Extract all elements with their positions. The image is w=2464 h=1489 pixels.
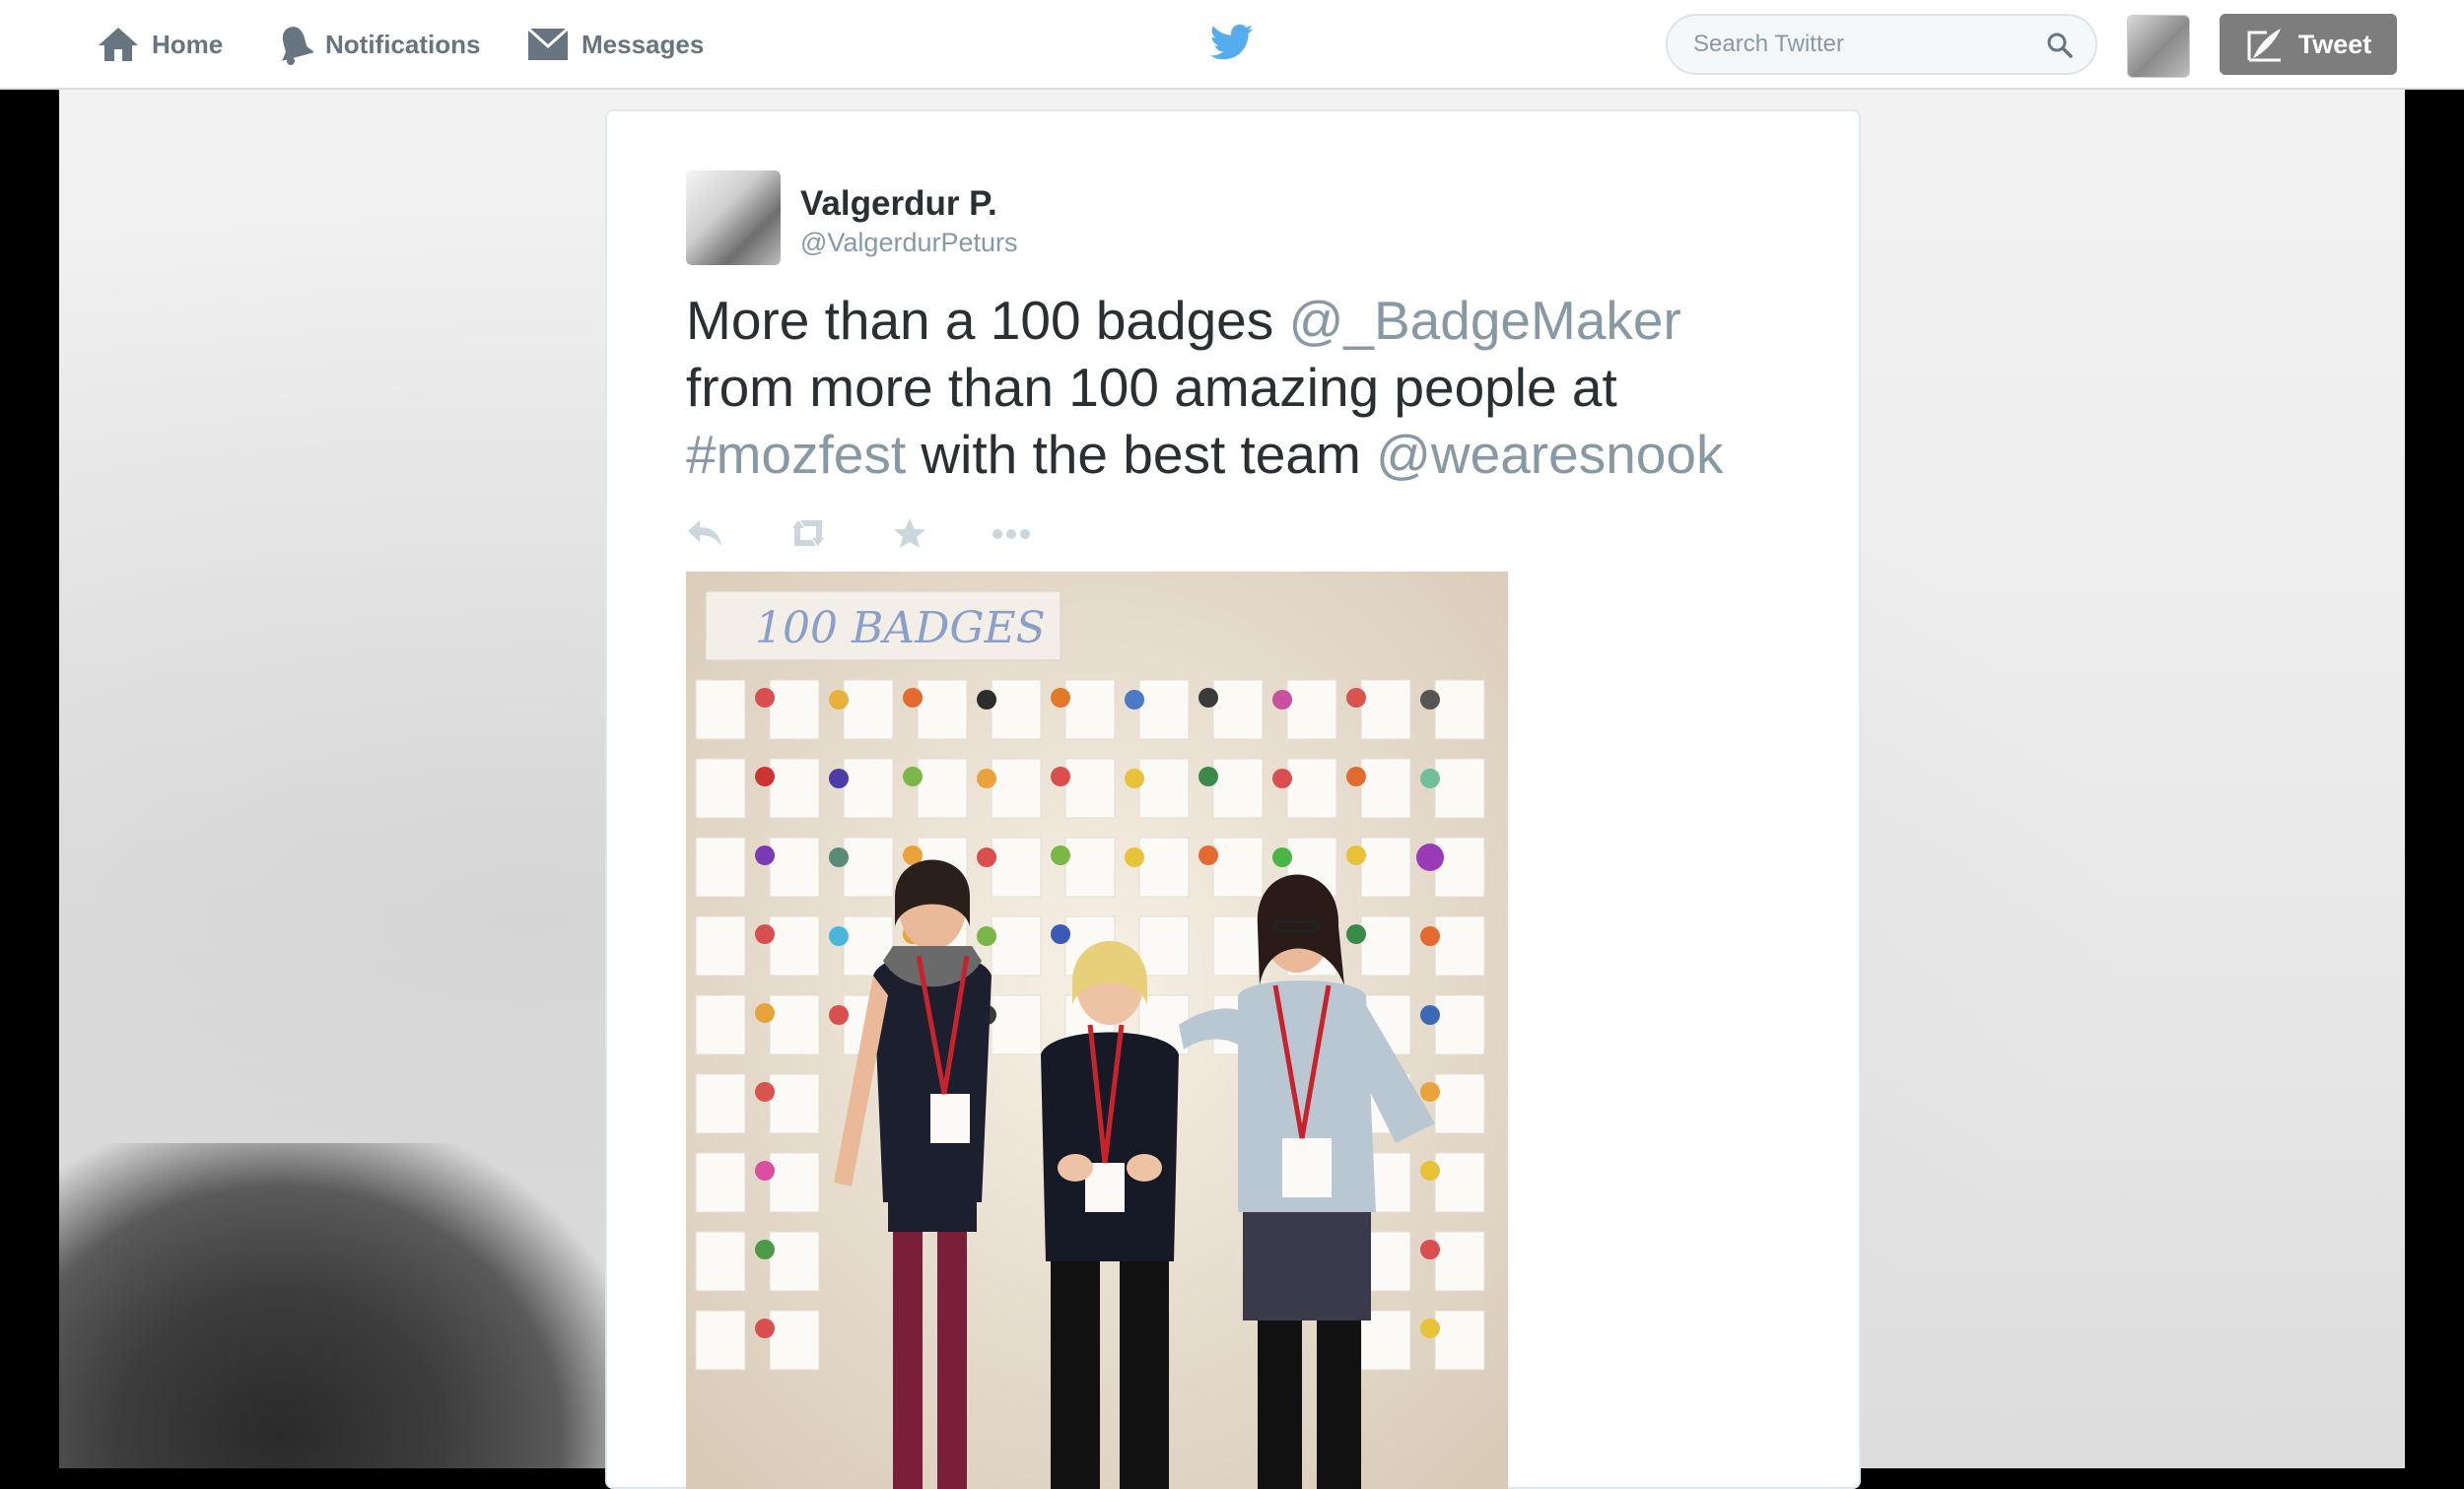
tweet-text: More than a 100 badges @_BadgeMaker from… — [686, 287, 1790, 488]
author-handle[interactable]: @ValgerdurPeturs — [800, 228, 1018, 258]
nav-notifications-label: Notifications — [325, 30, 480, 60]
nav-home-label: Home — [152, 30, 223, 60]
top-navigation-bar: Home Notifications Messages — [0, 0, 2464, 90]
author-avatar[interactable] — [686, 170, 781, 265]
reply-icon — [686, 518, 723, 548]
photo-sign-text: 100 BADGES — [755, 603, 1046, 653]
tweet-actions — [686, 517, 1096, 554]
author-name[interactable]: Valgerdur P. — [800, 184, 997, 224]
tweet-photo-image: 100 BADGES — [686, 572, 1508, 1489]
twitter-bird-icon — [1210, 24, 1254, 61]
favorite-button[interactable] — [893, 517, 926, 554]
bell-icon — [276, 24, 313, 65]
compose-tweet-label: Tweet — [2298, 30, 2372, 60]
retweet-button[interactable] — [788, 518, 828, 553]
tweet-text-part: from more than 100 amazing people at — [686, 357, 1617, 418]
tweet-photo[interactable]: 100 BADGES — [686, 572, 1508, 1489]
nav-home[interactable]: Home — [97, 22, 223, 67]
envelope-icon — [526, 27, 570, 62]
home-icon — [97, 25, 140, 64]
mention-link[interactable]: @wearesnook — [1376, 424, 1723, 485]
search-icon[interactable] — [2046, 32, 2074, 59]
star-icon — [893, 517, 926, 549]
compose-quill-icon — [2245, 25, 2285, 64]
search-input[interactable] — [1691, 30, 2030, 59]
user-avatar[interactable] — [2127, 15, 2190, 78]
nav-messages-label: Messages — [582, 30, 704, 60]
more-button[interactable] — [992, 527, 1031, 545]
twitter-logo[interactable] — [1210, 24, 1254, 66]
retweet-icon — [788, 518, 828, 548]
tweet-card: Valgerdur P. @ValgerdurPeturs More than … — [605, 109, 1861, 1489]
tweet-text-part: More than a 100 badges — [686, 290, 1289, 351]
nav-messages[interactable]: Messages — [526, 22, 704, 67]
tweet-text-part: with the best team — [906, 424, 1376, 485]
more-dots-icon — [992, 528, 1031, 540]
compose-tweet-button[interactable]: Tweet — [2220, 14, 2397, 75]
reply-button[interactable] — [686, 518, 723, 553]
hashtag-link[interactable]: #mozfest — [686, 424, 906, 485]
background-hill — [59, 1143, 611, 1468]
mention-link[interactable]: @_BadgeMaker — [1289, 290, 1681, 351]
search-box[interactable] — [1666, 14, 2097, 75]
nav-notifications[interactable]: Notifications — [276, 22, 480, 67]
